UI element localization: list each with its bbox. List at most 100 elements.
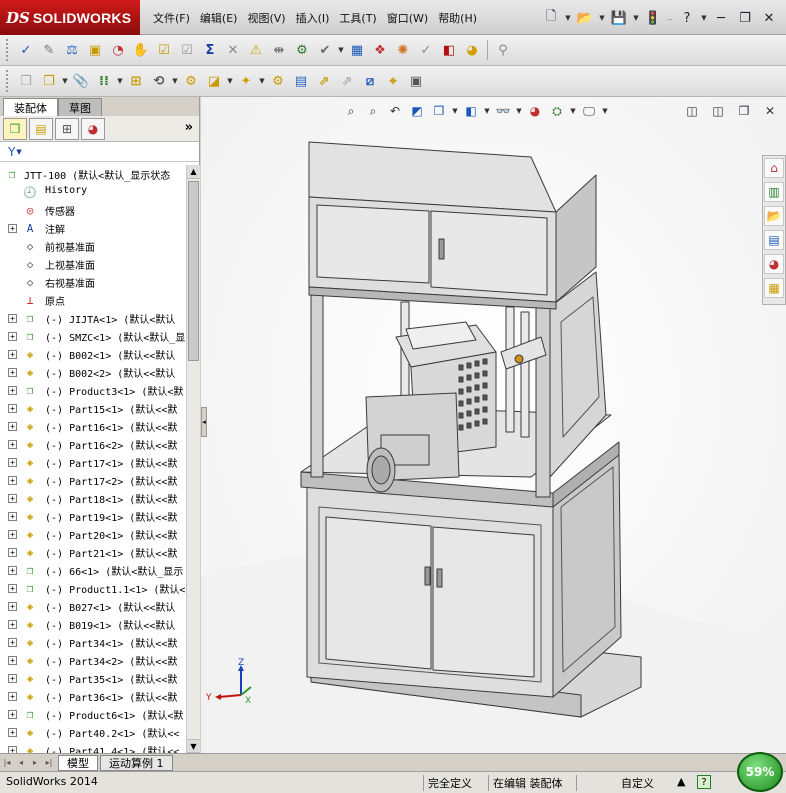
expand-toggle-icon[interactable]: + — [8, 224, 17, 233]
spell-check-icon[interactable]: ✓ — [15, 39, 37, 61]
toolbar1-dropdown-icon[interactable]: ▼ — [337, 46, 345, 54]
tree-component-item[interactable]: + ◈ (-) Part34<1> (默认<<默 — [0, 633, 186, 651]
scroll-thumb[interactable] — [188, 181, 199, 361]
rebuild-traffic-light-icon[interactable]: 🚦 — [642, 7, 664, 29]
custom-properties-icon[interactable]: ▦ — [764, 278, 784, 298]
expand-toggle-icon[interactable]: + — [8, 566, 17, 575]
restore-icon[interactable]: ❐ — [734, 7, 756, 29]
tree-component-item[interactable]: + ◈ (-) Part34<2> (默认<<默 — [0, 651, 186, 669]
tree-root-item[interactable]: ❒ JTT-100 (默认<默认_显示状态 — [0, 165, 186, 183]
hide-show-dropdown-icon[interactable]: ▼ — [515, 107, 523, 115]
expand-toggle-icon[interactable]: + — [8, 494, 17, 503]
minimize-icon[interactable]: ─ — [710, 7, 732, 29]
help-status-icon[interactable]: ? — [697, 775, 711, 789]
layers-icon[interactable]: ◧ — [438, 39, 460, 61]
smart-fastener-icon[interactable]: ⊞ — [125, 70, 147, 92]
expand-toggle-icon[interactable]: + — [8, 638, 17, 647]
tree-component-item[interactable]: + ❒ (-) Product3<1> (默认<默 — [0, 381, 186, 399]
panel-splitter-icon[interactable]: ◂ — [201, 407, 207, 437]
tree-component-item[interactable]: + ◈ (-) B027<1> (默认<<默认 — [0, 597, 186, 615]
more-icon[interactable]: .. — [666, 14, 674, 22]
open-dropdown-icon[interactable]: ▼ — [598, 14, 606, 22]
insert-dropdown-icon[interactable]: ▼ — [61, 77, 69, 85]
orientation-dropdown-icon[interactable]: ▼ — [451, 107, 459, 115]
doc-close-icon[interactable]: ✕ — [760, 101, 780, 121]
hide-show-items-icon[interactable]: 👓 — [493, 101, 513, 121]
large-design-review-icon[interactable]: ▣ — [405, 70, 427, 92]
edit-appearance-icon[interactable]: ◕ — [525, 101, 545, 121]
performance-gauge[interactable]: 59% — [737, 752, 783, 792]
tree-component-item[interactable]: + ◈ (-) B002<1> (默认<<默认 — [0, 345, 186, 363]
move-dropdown-icon[interactable]: ▼ — [171, 77, 179, 85]
file-explorer-icon[interactable]: 📂 — [764, 206, 784, 226]
tree-feature-item[interactable]: + A 注解 — [0, 219, 186, 237]
expand-toggle-icon[interactable]: + — [8, 656, 17, 665]
expand-toggle-icon[interactable]: + — [8, 404, 17, 413]
view-orientation-icon[interactable]: ❒ — [429, 101, 449, 121]
expand-toggle-icon[interactable]: + — [8, 440, 17, 449]
tree-component-item[interactable]: + ◈ (-) Part16<1> (默认<<默 — [0, 417, 186, 435]
expand-toggle-icon[interactable]: + — [8, 602, 17, 611]
tree-component-item[interactable]: + ◈ (-) B019<1> (默认<<默认 — [0, 615, 186, 633]
graphics-area[interactable]: ⌕ ⌕ ↶ ◩ ❒ ▼ ◧ ▼ 👓 ▼ ◕ ⛭ ▼ 🖵 ▼ ◫ ◫ ❐ ✕ ⌂ … — [201, 97, 786, 753]
tree-component-item[interactable]: + ❒ (-) JIJTA<1> (默认<默认 — [0, 309, 186, 327]
mate-check-icon[interactable]: ✔ — [314, 39, 336, 61]
settings-check-icon[interactable]: ⚙ — [291, 39, 313, 61]
open-folder-icon[interactable]: 📂 — [574, 7, 596, 29]
filter-icon[interactable]: Y — [8, 145, 15, 159]
zoom-to-area-icon[interactable]: ⌕ — [363, 101, 383, 121]
tree-component-item[interactable]: + ◈ (-) B002<2> (默认<<默认 — [0, 363, 186, 381]
save-dropdown-icon[interactable]: ▼ — [632, 14, 640, 22]
appearance-icon[interactable]: ◕ — [461, 39, 483, 61]
interference-detection-icon[interactable]: ⧄ — [359, 70, 381, 92]
apply-scene-icon[interactable]: ⛭ — [547, 101, 567, 121]
design-library-icon[interactable]: ▥ — [764, 182, 784, 202]
table-check-icon[interactable]: ▦ — [346, 39, 368, 61]
align-icon[interactable]: ⇹ — [268, 39, 290, 61]
tree-component-item[interactable]: + ◈ (-) Part15<1> (默认<<默 — [0, 399, 186, 417]
expand-toggle-icon[interactable]: + — [8, 548, 17, 557]
tree-feature-item[interactable]: 🕘 History — [0, 183, 186, 201]
paperclip-icon[interactable]: 📎 — [70, 70, 92, 92]
menu-tools[interactable]: 工具(T) — [334, 10, 381, 26]
tree-component-item[interactable]: + ❒ (-) Product6<1> (默认<默 — [0, 705, 186, 723]
new-dropdown-icon[interactable]: ▼ — [564, 14, 572, 22]
expand-toggle-icon[interactable]: + — [8, 710, 17, 719]
bill-of-materials-icon[interactable]: ▤ — [290, 70, 312, 92]
prev-tab-icon[interactable]: ◂ — [14, 756, 28, 770]
menu-insert[interactable]: 插入(I) — [291, 10, 335, 26]
menu-window[interactable]: 窗口(W) — [382, 10, 433, 26]
help-icon[interactable]: ? — [676, 7, 698, 29]
expand-toggle-icon[interactable]: + — [8, 512, 17, 521]
save-icon[interactable]: 💾 — [608, 7, 630, 29]
configuration-manager-icon[interactable]: ⊞ — [55, 117, 79, 140]
scene-dropdown-icon[interactable]: ▼ — [569, 107, 577, 115]
menu-view[interactable]: 视图(V) — [242, 10, 290, 26]
pattern-icon[interactable]: ⁞⁞ — [93, 70, 115, 92]
display-style-icon[interactable]: ◧ — [461, 101, 481, 121]
expand-toggle-icon[interactable]: + — [8, 314, 17, 323]
expand-toggle-icon[interactable]: + — [8, 332, 17, 341]
tab-sketch[interactable]: 草图 — [58, 98, 102, 116]
expand-toggle-icon[interactable]: + — [8, 386, 17, 395]
assembly-features-icon[interactable]: ◪ — [203, 70, 225, 92]
checkbox-icon[interactable]: ☑ — [153, 39, 175, 61]
tree-component-item[interactable]: + ◈ (-) Part19<1> (默认<<默 — [0, 507, 186, 525]
folder-check-icon[interactable]: ▣ — [84, 39, 106, 61]
display-manager-icon[interactable]: ◕ — [81, 117, 105, 140]
tree-component-item[interactable]: + ◈ (-) Part21<1> (默认<<默 — [0, 543, 186, 561]
menu-edit[interactable]: 编辑(E) — [195, 10, 243, 26]
toolbar-grip[interactable] — [6, 39, 10, 61]
menu-file[interactable]: 文件(F) — [148, 10, 195, 26]
tree-component-item[interactable]: + ◈ (-) Part17<1> (默认<<默 — [0, 453, 186, 471]
move-component-icon[interactable]: ⟲ — [148, 70, 170, 92]
cross-tools-icon[interactable]: ✕ — [222, 39, 244, 61]
insert-component-icon[interactable]: ❒ — [38, 70, 60, 92]
balance-icon[interactable]: ⚖ — [61, 39, 83, 61]
reference-dropdown-icon[interactable]: ▼ — [258, 77, 266, 85]
more-panels-icon[interactable]: » — [185, 120, 193, 135]
units-status[interactable]: 自定义 — [576, 775, 654, 791]
explode-line-icon[interactable]: ⇗ — [336, 70, 358, 92]
property-manager-icon[interactable]: ▤ — [29, 117, 53, 140]
feature-manager-icon[interactable]: ❒ — [3, 117, 27, 140]
